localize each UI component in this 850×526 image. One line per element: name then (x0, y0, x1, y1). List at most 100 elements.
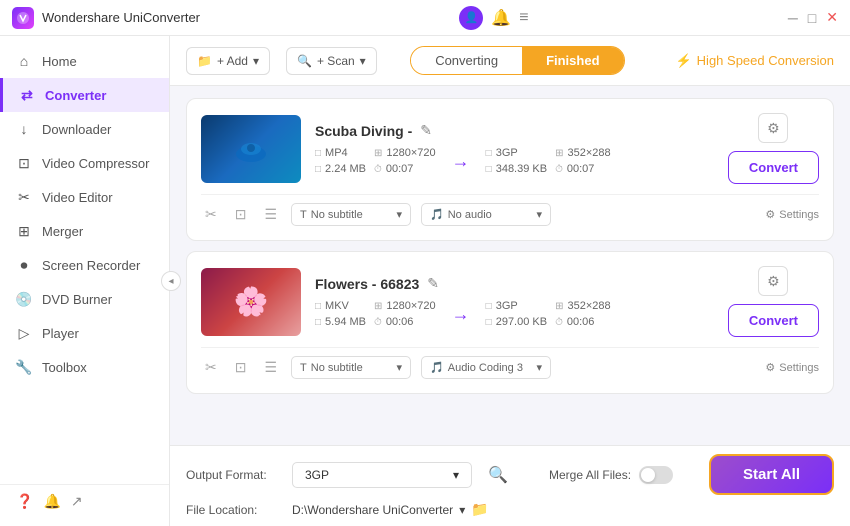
more-icon-2[interactable]: ☰ (260, 357, 281, 378)
subtitle-icon-1: T (300, 209, 307, 221)
item2-title: Flowers - 66823 (315, 276, 419, 292)
main-layout: ⌂ Home ⇄ Converter ↓ Downloader ⊡ Video … (0, 36, 850, 526)
item2-actions: ⚙ Convert (728, 266, 819, 337)
item1-actions: ⚙ Convert (728, 113, 819, 184)
user-icon[interactable]: 👤 (459, 6, 483, 30)
item1-edit-icon[interactable]: ✎ (420, 122, 432, 139)
item2-settings-button[interactable]: ⚙ Settings (765, 361, 819, 374)
lightning-icon: ⚡ (675, 53, 691, 69)
converter-icon: ⇄ (19, 87, 35, 103)
sidebar-item-player[interactable]: ▷ Player (0, 316, 169, 350)
start-all-button[interactable]: Start All (709, 454, 834, 495)
file-location-label: File Location: (186, 503, 276, 517)
conversion-item-2: Flowers - 66823 ✎ □ MKV □ (186, 251, 834, 394)
item2-edit-icon[interactable]: ✎ (427, 275, 439, 292)
notification-icon[interactable]: 🔔 (43, 493, 60, 510)
menu-icon[interactable]: ≡ (519, 9, 528, 27)
maximize-button[interactable]: □ (808, 10, 816, 26)
item2-convert-button[interactable]: Convert (728, 304, 819, 337)
merge-toggle-switch[interactable] (639, 466, 673, 484)
item2-gear-button[interactable]: ⚙ (758, 266, 788, 296)
subtitle-icon-2: T (300, 362, 307, 374)
close-button[interactable]: ✕ (826, 9, 838, 26)
item1-gear-button[interactable]: ⚙ (758, 113, 788, 143)
tgt-dur-icon: ⏱ (555, 164, 563, 175)
item2-top: Flowers - 66823 ✎ □ MKV □ (201, 266, 819, 337)
sidebar-label-dvd: DVD Burner (42, 292, 112, 307)
item2-source-format: MKV (325, 300, 349, 312)
item1-audio-select[interactable]: 🎵 No audio ▾ (421, 203, 551, 226)
sidebar-collapse-button[interactable]: ◂ (161, 271, 181, 291)
sidebar-item-converter[interactable]: ⇄ Converter (0, 78, 169, 112)
player-icon: ▷ (16, 325, 32, 341)
sidebar-item-downloader[interactable]: ↓ Downloader (0, 112, 169, 146)
item1-source-size-row: □ 2.24 MB (315, 163, 366, 175)
items-container: Scuba Diving - ✎ □ MP4 □ (170, 86, 850, 445)
tgt-res-icon: ⊞ (555, 148, 563, 159)
recorder-icon: ⏺ (16, 257, 32, 273)
sidebar-label-toolbox: Toolbox (42, 360, 87, 375)
item1-meta: □ MP4 □ 2.24 MB ⊞ (315, 147, 706, 175)
bell-icon[interactable]: 🔔 (491, 8, 511, 28)
sidebar-item-merger[interactable]: ⊞ Merger (0, 214, 169, 248)
sidebar-label-compressor: Video Compressor (42, 156, 149, 171)
sidebar-item-video-compressor[interactable]: ⊡ Video Compressor (0, 146, 169, 180)
cut-icon-2[interactable]: ✂ (201, 357, 221, 378)
sidebar-item-screen-recorder[interactable]: ⏺ Screen Recorder (0, 248, 169, 282)
sidebar: ⌂ Home ⇄ Converter ↓ Downloader ⊡ Video … (0, 36, 170, 526)
item1-source-dur: 00:07 (386, 163, 414, 175)
sidebar-item-home[interactable]: ⌂ Home (0, 44, 169, 78)
feedback-icon[interactable]: ↗ (71, 493, 83, 510)
toggle-knob (641, 468, 655, 482)
crop-icon-2[interactable]: ⊡ (231, 357, 251, 378)
sidebar-bottom-icons: ❓ 🔔 ↗ (0, 484, 169, 518)
app-logo (12, 7, 34, 29)
dvd-icon: 💿 (16, 291, 32, 307)
sidebar-label-editor: Video Editor (42, 190, 113, 205)
format-scan-icon[interactable]: 🔍 (488, 465, 508, 485)
item2-target: □ 3GP □ 297.00 KB (486, 300, 547, 328)
window-controls[interactable]: ─ □ ✕ (788, 9, 838, 26)
item1-convert-button[interactable]: Convert (728, 151, 819, 184)
sidebar-item-dvd-burner[interactable]: 💿 DVD Burner (0, 282, 169, 316)
output-format-select[interactable]: 3GP ▾ (292, 462, 472, 488)
help-icon[interactable]: ❓ (16, 493, 33, 510)
more-icon-1[interactable]: ☰ (260, 204, 281, 225)
crop-icon-1[interactable]: ⊡ (231, 204, 251, 225)
item1-target: □ 3GP □ 348.39 KB (486, 147, 547, 175)
item1-title: Scuba Diving - (315, 123, 412, 139)
high-speed-conversion[interactable]: ⚡ High Speed Conversion (675, 53, 834, 69)
minimize-button[interactable]: ─ (788, 10, 798, 26)
item1-bottom: ✂ ⊡ ☰ T No subtitle ▾ 🎵 No audio ▾ ⚙ (201, 194, 819, 226)
scan-button[interactable]: 🔍 + Scan ▾ (286, 47, 377, 75)
conversion-item-1: Scuba Diving - ✎ □ MP4 □ (186, 98, 834, 241)
tab-finished[interactable]: Finished (522, 47, 623, 74)
format-value: 3GP (305, 468, 329, 482)
settings-icon-1: ⚙ (765, 208, 775, 221)
item1-target-extra: ⊞ 352×288 ⏱ 00:07 (555, 147, 611, 175)
item1-source-format-row: □ MP4 (315, 147, 366, 159)
tab-group: Converting Finished (410, 46, 624, 75)
add-icon: 📁 (197, 54, 212, 68)
merge-all-files: Merge All Files: (549, 466, 673, 484)
item2-subtitle-select[interactable]: T No subtitle ▾ (291, 356, 411, 379)
sidebar-label-recorder: Screen Recorder (42, 258, 140, 273)
item1-settings-button[interactable]: ⚙ Settings (765, 208, 819, 221)
file-location-display: D:\Wondershare UniConverter ▾ 📁 (292, 501, 489, 518)
item2-audio-select[interactable]: 🎵 Audio Coding 3 ▾ (421, 356, 551, 379)
tgt-size-icon: □ (486, 164, 492, 175)
sidebar-item-video-editor[interactable]: ✂ Video Editor (0, 180, 169, 214)
item1-source-size: 2.24 MB (325, 163, 366, 175)
item1-subtitle-select[interactable]: T No subtitle ▾ (291, 203, 411, 226)
sidebar-item-toolbox[interactable]: 🔧 Toolbox (0, 350, 169, 384)
tab-converting[interactable]: Converting (411, 47, 522, 74)
item1-target-dur: 00:07 (567, 163, 595, 175)
cut-icon-1[interactable]: ✂ (201, 204, 221, 225)
file-location-value: D:\Wondershare UniConverter (292, 503, 453, 517)
format-row: Output Format: 3GP ▾ 🔍 Merge All Files: … (186, 454, 834, 495)
title-bar-icons: 👤 🔔 ≡ (459, 6, 528, 30)
open-folder-icon[interactable]: 📁 (471, 501, 488, 518)
item2-target-dur: 00:06 (567, 316, 595, 328)
item2-source-extra: ⊞ 1280×720 ⏱ 00:06 (374, 300, 436, 328)
add-files-button[interactable]: 📁 + Add ▾ (186, 47, 270, 75)
